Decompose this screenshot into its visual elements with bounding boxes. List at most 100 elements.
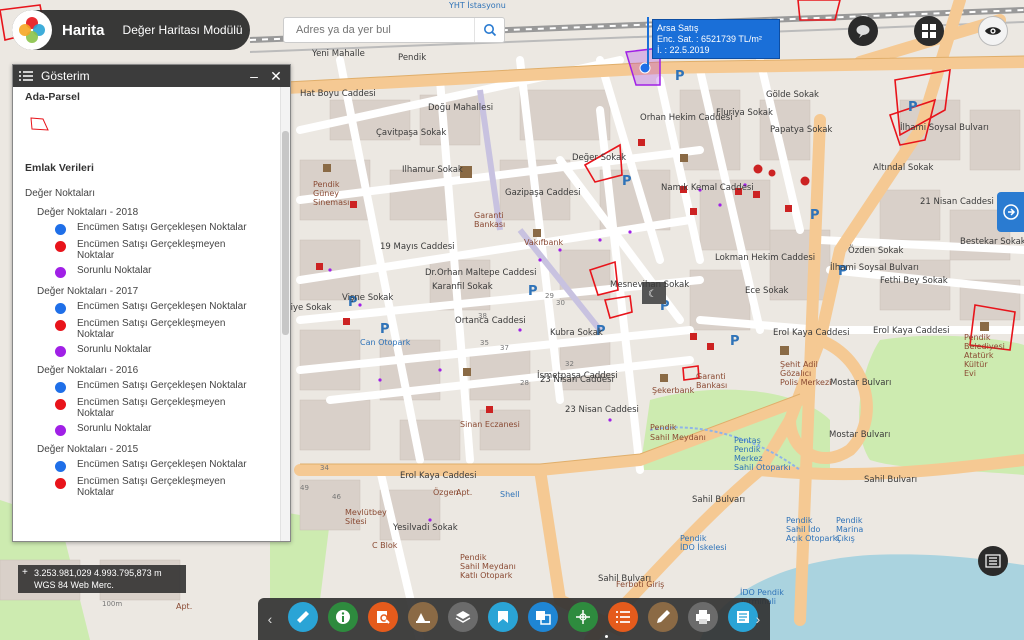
side-panel-toggle[interactable] <box>997 192 1024 232</box>
blue-dot-icon <box>55 461 66 472</box>
layer-list-button[interactable] <box>978 546 1008 576</box>
feedback-button[interactable] <box>848 16 878 46</box>
legend-body: Ada-Parsel Emlak Verileri Değer Noktalar… <box>13 87 280 541</box>
coordinates-button[interactable] <box>568 602 598 632</box>
red-dot-icon <box>55 399 66 410</box>
info-button[interactable] <box>328 602 358 632</box>
app-header: Harita Değer Haritası Modülü <box>12 10 250 50</box>
legend-scrollbar[interactable] <box>280 87 290 541</box>
search-input[interactable] <box>284 18 474 42</box>
draw-button[interactable] <box>648 602 678 632</box>
svg-text:Yesilvadi Sokak: Yesilvadi Sokak <box>392 523 458 533</box>
coordinate-display: + 3.253.981,029 4.993.795,873 m WGS 84 W… <box>18 565 186 593</box>
print-map-button[interactable] <box>408 602 438 632</box>
parcel-symbol <box>29 115 280 138</box>
legend-group-2015: Değer Noktaları - 2015 Encümen Satışı Ge… <box>25 444 280 498</box>
svg-text:Güney: Güney <box>313 189 339 198</box>
legend-subtitle: Değer Noktaları <box>25 188 96 199</box>
minimize-button[interactable]: – <box>246 68 262 84</box>
svg-text:Pendik: Pendik <box>460 553 487 562</box>
svg-text:Kültür: Kültür <box>964 360 988 369</box>
svg-text:Sahil İdo: Sahil İdo <box>786 524 820 534</box>
svg-text:Evi: Evi <box>964 369 976 378</box>
scrollbar-thumb[interactable] <box>282 131 289 335</box>
measure-button[interactable] <box>288 602 318 632</box>
legend-button[interactable] <box>608 602 638 632</box>
svg-text:38: 38 <box>478 312 487 320</box>
legend-group-2018: Değer Noktaları - 2018 Encümen Satışı Ge… <box>25 207 280 278</box>
svg-text:Şekerbank: Şekerbank <box>652 386 695 395</box>
layers-button[interactable] <box>448 602 478 632</box>
app-logo[interactable] <box>12 10 52 50</box>
close-button[interactable]: ✕ <box>268 68 284 85</box>
svg-text:37: 37 <box>500 344 509 352</box>
legend-item-label: Encümen Satışı Gerçekleşen Noktalar <box>77 222 247 233</box>
visibility-button[interactable] <box>978 16 1008 46</box>
legend-title-bar[interactable]: Gösterim – ✕ <box>13 65 290 87</box>
feature-popup[interactable]: Arsa Satış Enc. Sat. : 6521739 TL/m² İ. … <box>647 17 780 67</box>
svg-text:Pentaş: Pentaş <box>734 436 761 445</box>
svg-text:Ilhamur Sokak: Ilhamur Sokak <box>402 165 463 175</box>
svg-text:İlhami Soysal Bulvarı: İlhami Soysal Bulvarı <box>900 122 989 133</box>
legend-item: Encümen Satışı Gerçekleşen Noktalar <box>55 222 280 235</box>
svg-text:☾: ☾ <box>648 289 657 300</box>
svg-text:YHT İstasyonu: YHT İstasyonu <box>448 0 506 10</box>
svg-text:32: 32 <box>565 360 574 368</box>
svg-text:Apt.: Apt. <box>176 602 192 611</box>
blue-dot-icon <box>55 303 66 314</box>
svg-text:Dr.Orhan Maltepe Caddesi: Dr.Orhan Maltepe Caddesi <box>425 268 536 278</box>
svg-text:Katlı Otopark: Katlı Otopark <box>460 571 513 580</box>
svg-text:Can Otopark: Can Otopark <box>360 338 411 347</box>
bookmark-button[interactable] <box>488 602 518 632</box>
eye-icon <box>985 27 1001 35</box>
svg-text:Altındal Sokak: Altındal Sokak <box>873 163 934 173</box>
svg-text:P: P <box>730 334 740 349</box>
search-button[interactable] <box>474 18 504 42</box>
list-icon <box>985 554 1001 568</box>
svg-text:P: P <box>810 208 820 223</box>
svg-text:Hat Boyu Caddesi: Hat Boyu Caddesi <box>300 89 376 99</box>
svg-text:19 Mayıs Caddesi: 19 Mayıs Caddesi <box>380 242 455 252</box>
svg-text:Erol Kaya Caddesi: Erol Kaya Caddesi <box>773 328 849 338</box>
svg-text:Pendik: Pendik <box>398 53 426 63</box>
compare-button[interactable] <box>528 602 558 632</box>
svg-text:Ece Sokak: Ece Sokak <box>745 286 789 296</box>
toolbar-prev-button[interactable]: ‹ <box>258 598 282 640</box>
svg-text:Merkez: Merkez <box>734 454 763 463</box>
svg-text:P: P <box>622 174 632 189</box>
search-layer-button[interactable] <box>368 602 398 632</box>
svg-text:Papatya Sokak: Papatya Sokak <box>770 125 832 135</box>
compare-icon <box>536 611 551 625</box>
svg-text:Belediyesi: Belediyesi <box>964 342 1005 351</box>
svg-text:İsmetpaşa Caddesi: İsmetpaşa Caddesi <box>537 370 618 381</box>
legend-item: Encümen Satışı Gerçekleşen Noktalar <box>55 380 280 393</box>
svg-text:Bestekar Sokak: Bestekar Sokak <box>960 237 1024 247</box>
print-button[interactable] <box>688 602 718 632</box>
active-indicator <box>605 635 608 638</box>
svg-text:28: 28 <box>520 379 529 387</box>
toolbar-next-button[interactable]: › <box>746 598 770 640</box>
basemap-gallery-button[interactable] <box>914 16 944 46</box>
svg-text:Sahil Bulvarı: Sahil Bulvarı <box>692 495 745 505</box>
svg-text:Çıkış: Çıkış <box>836 534 855 543</box>
svg-text:Ortanca Caddesi: Ortanca Caddesi <box>455 316 526 326</box>
svg-text:Karanfil Sokak: Karanfil Sokak <box>432 282 493 292</box>
svg-text:Gözalıcı: Gözalıcı <box>780 369 811 378</box>
svg-text:46: 46 <box>332 493 341 501</box>
svg-text:Çavitpaşa Sokak: Çavitpaşa Sokak <box>376 128 446 138</box>
module-name[interactable]: Değer Haritası Modülü <box>123 23 243 37</box>
legend-item: Encümen Satışı Gerçekleşen Noktalar <box>55 301 280 314</box>
legend-item-label: Encümen Satışı Gerçekleşen Noktalar <box>77 459 247 470</box>
svg-text:Garanti: Garanti <box>474 211 504 220</box>
svg-text:Kubra Sokak: Kubra Sokak <box>550 328 603 338</box>
legend-item-label: Encümen Satışı Gerçekleşen Noktalar <box>77 301 247 312</box>
svg-text:Bankası: Bankası <box>474 220 505 229</box>
svg-text:Marina: Marina <box>836 525 863 534</box>
svg-text:Mesnevihan Sokak: Mesnevihan Sokak <box>610 280 689 290</box>
projection-name[interactable]: WGS 84 Web Merc. <box>34 579 180 591</box>
svg-text:Pendik: Pendik <box>650 423 677 432</box>
legend-group-title: Değer Noktaları - 2015 <box>37 444 139 455</box>
legend-group-2016: Değer Noktaları - 2016 Encümen Satışı Ge… <box>25 365 280 436</box>
legend-item: Encümen Satışı Gerçekleşmeyen Noktalar <box>55 318 280 340</box>
svg-text:Sahil Meydanı: Sahil Meydanı <box>460 562 516 571</box>
